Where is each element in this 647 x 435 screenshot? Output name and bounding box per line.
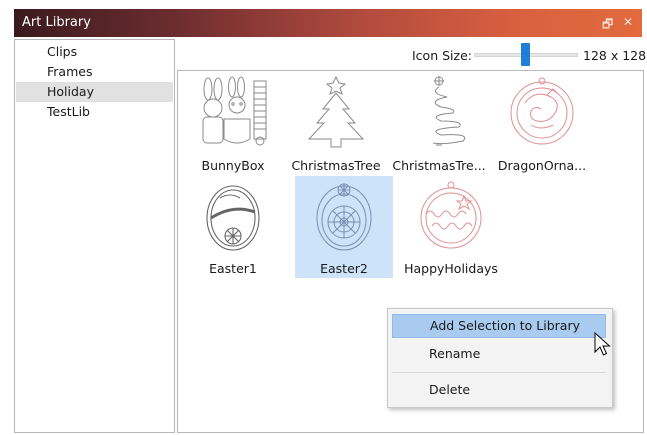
bunny-box-icon (202, 76, 267, 146)
float-window-icon[interactable]: 🗗 (602, 15, 613, 36)
dragon-ornament-icon (510, 77, 574, 145)
mouse-cursor-icon (594, 332, 611, 356)
menu-item-add-selection[interactable]: Add Selection to Library (392, 314, 606, 338)
title-bar[interactable]: Art Library 🗗 ✕ (14, 9, 642, 37)
icon-size-slider-thumb[interactable] (521, 43, 530, 66)
easter-egg-icon (206, 185, 260, 251)
icon-size-value: 128 x 128 (583, 48, 647, 63)
art-item-easter2[interactable]: Easter2 (295, 176, 393, 278)
art-item-dragon-ornament[interactable]: DragonOrna... (493, 73, 591, 175)
icon-size-label: Icon Size: (412, 48, 472, 63)
art-item-christmastree-swirl[interactable]: ChristmasTre... (390, 73, 488, 175)
category-item-testlib[interactable]: TestLib (16, 102, 173, 122)
category-list: Clips Frames Holiday TestLib (14, 39, 175, 433)
close-icon[interactable]: ✕ (623, 15, 633, 29)
category-item-holiday[interactable]: Holiday (16, 82, 173, 102)
menu-separator (392, 372, 606, 373)
art-item-label: BunnyBox (201, 158, 265, 173)
art-item-label: DragonOrna... (497, 158, 587, 173)
window-title: Art Library (22, 15, 91, 30)
swirl-christmas-tree-icon (432, 76, 466, 146)
category-item-clips[interactable]: Clips (16, 42, 173, 62)
art-item-christmastree[interactable]: ChristmasTree (287, 73, 385, 175)
art-library-window: Art Library 🗗 ✕ Clips Frames Holiday Tes… (0, 0, 647, 435)
mandala-egg-icon (316, 183, 372, 251)
art-item-easter1[interactable]: Easter1 (184, 176, 282, 278)
christmas-tree-icon (307, 75, 365, 148)
art-item-label: HappyHolidays (404, 261, 498, 276)
context-menu: Add Selection to Library Rename Delete (387, 308, 613, 408)
art-item-label: ChristmasTre... (392, 158, 486, 173)
menu-item-delete[interactable]: Delete (392, 378, 606, 402)
menu-item-rename[interactable]: Rename (392, 342, 606, 366)
category-item-frames[interactable]: Frames (16, 62, 173, 82)
art-item-label: Easter2 (320, 261, 368, 276)
art-item-label: Easter1 (209, 261, 257, 276)
art-item-bunnybox[interactable]: BunnyBox (184, 73, 282, 175)
art-item-label: ChristmasTree (291, 158, 381, 173)
happy-holidays-ornament-icon (420, 181, 482, 249)
art-item-happyholidays[interactable]: HappyHolidays (402, 176, 500, 278)
